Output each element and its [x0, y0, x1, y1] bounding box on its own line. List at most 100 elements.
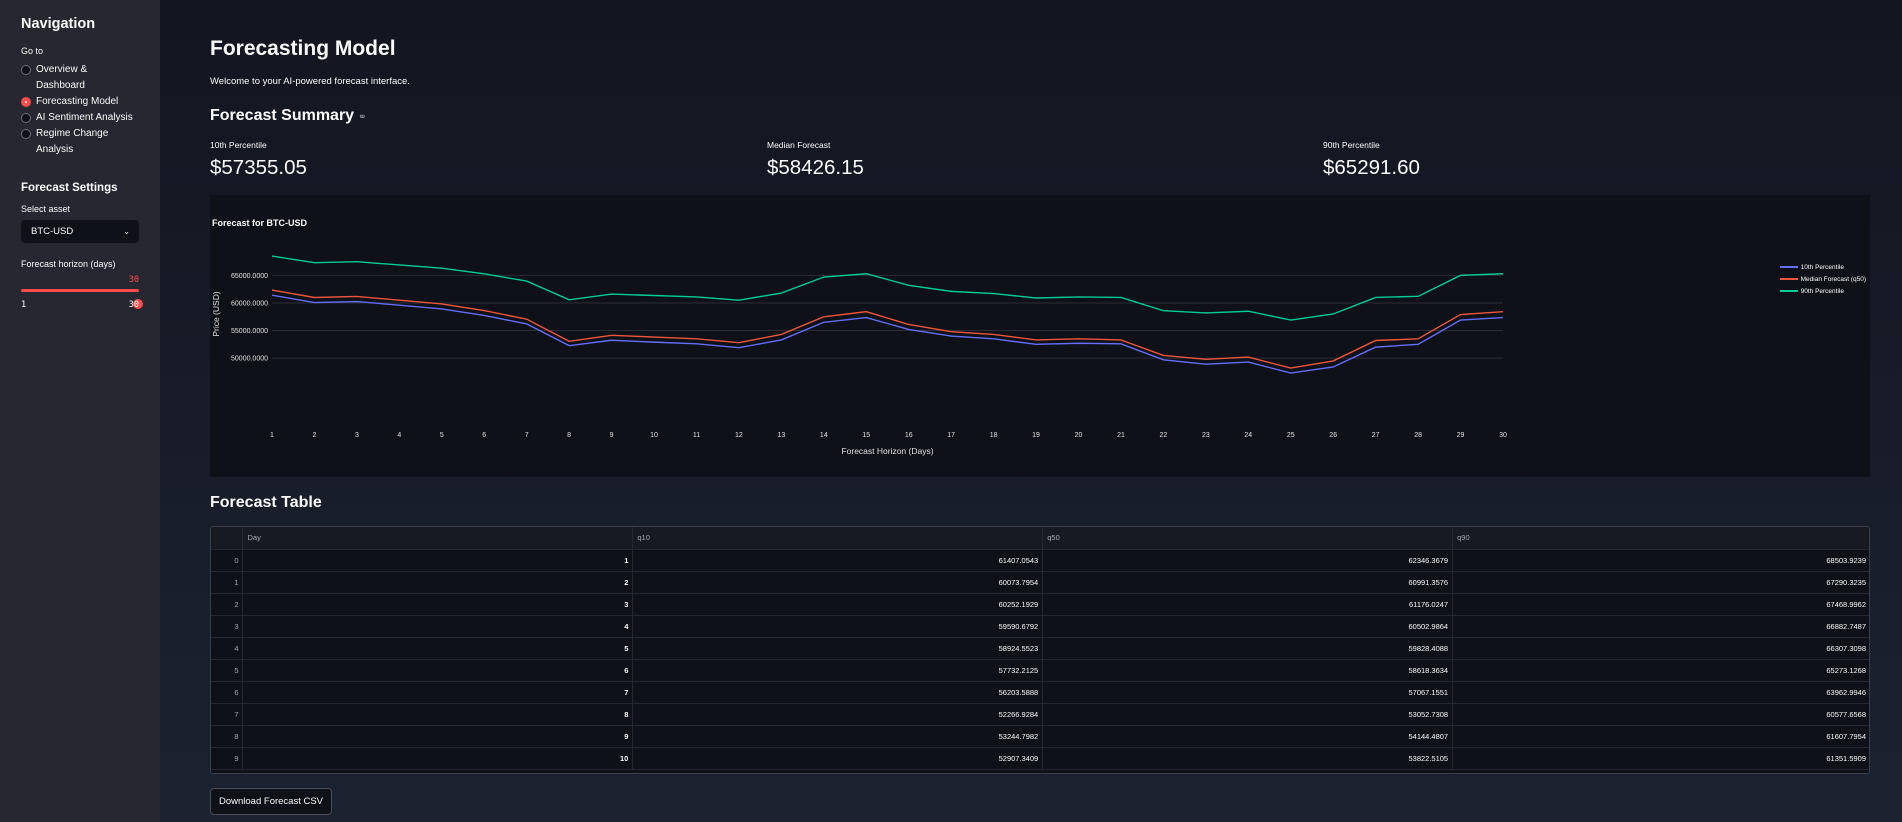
- x-tick-label: 10: [650, 432, 658, 439]
- nav-label-forecasting: Forecasting Model: [36, 96, 119, 107]
- nav-label-regime-1: Regime Change: [36, 128, 109, 139]
- x-tick-label: 22: [1160, 432, 1168, 439]
- legend-swatch: [1779, 290, 1798, 292]
- x-tick-label: 25: [1287, 432, 1295, 439]
- table-row[interactable]: 8 9 53244.7982 54144.4807 61607.7954: [211, 725, 1869, 748]
- forecast-chart[interactable]: Forecast for BTC-USD 50000.0000 55000.000…: [210, 195, 1870, 477]
- table-cell: 52266.9284: [632, 703, 1044, 726]
- nav-label-overview-1: Overview &: [36, 64, 88, 75]
- row-index-cell: 0: [211, 549, 244, 572]
- table-row[interactable]: 9 10 52907.3409 53822.5105 61351.5909: [211, 747, 1869, 770]
- table-cell: 60252.1929: [632, 593, 1044, 616]
- table-cell: 52907.3409: [632, 747, 1044, 770]
- link-icon[interactable]: ⚭: [358, 112, 366, 123]
- table-cell: 54144.4807: [1042, 725, 1454, 748]
- legend-swatch: [1779, 278, 1798, 280]
- radio-icon: [21, 113, 31, 123]
- horizon-slider[interactable]: 30 1 30: [21, 275, 143, 319]
- chart-legend[interactable]: 10th Percentile Median Forecast (q50) 90…: [1779, 261, 1866, 297]
- table-row[interactable]: 3 4 59590.6792 60502.9864 66882.7487: [211, 615, 1869, 638]
- forecast-table[interactable]: Day q10 q50 q90 0 1 61407.0543 62346.3679 68503…: [210, 526, 1870, 774]
- nav-radio-overview[interactable]: Overview & Dashboard: [21, 62, 139, 94]
- x-tick-label: 11: [693, 432, 700, 439]
- table-cell: 53244.7982: [632, 725, 1044, 748]
- slider-max: 30: [128, 300, 139, 310]
- table-cell: 60577.6568: [1452, 703, 1869, 726]
- row-index-cell: 9: [211, 747, 244, 770]
- main-area: Forecasting Model Welcome to your AI-pow…: [160, 0, 1902, 822]
- x-tick-label: 23: [1202, 432, 1210, 439]
- table-cell: 7: [242, 681, 634, 704]
- table-cell: 53822.5105: [1042, 747, 1454, 770]
- table-header-cell[interactable]: [211, 527, 244, 550]
- metric-median: Median Forecast $58426.15: [767, 140, 864, 180]
- table-cell: 57732.2125: [632, 659, 1044, 682]
- x-tick-label: 28: [1414, 432, 1422, 439]
- x-tick-label: 16: [905, 432, 913, 439]
- x-tick-label: 3: [355, 432, 359, 439]
- summary-title-text: Forecast Summary: [210, 107, 355, 124]
- settings-title: Forecast Settings: [21, 182, 118, 194]
- table-row[interactable]: 0 1 61407.0543 62346.3679 68503.9239: [211, 549, 1869, 572]
- table-row[interactable]: 2 3 60252.1929 61176.0247 67468.9962: [211, 593, 1869, 616]
- radio-icon: [21, 129, 31, 139]
- x-tick-label: 1: [270, 432, 274, 439]
- table-cell: 1: [242, 549, 634, 572]
- x-tick-label: 12: [735, 432, 743, 439]
- x-tick-label: 9: [610, 432, 614, 439]
- chevron-down-icon: ⌄: [123, 227, 130, 236]
- table-cell: 56203.5888: [632, 681, 1044, 704]
- table-cell: 58618.3634: [1042, 659, 1454, 682]
- row-index-cell: 8: [211, 725, 244, 748]
- table-cell: 59828.4088: [1042, 637, 1454, 660]
- table-cell: 67468.9962: [1452, 593, 1869, 616]
- table-header-cell[interactable]: q90: [1452, 527, 1869, 550]
- x-tick-label: 4: [397, 432, 401, 439]
- x-tick-label: 7: [525, 432, 529, 439]
- nav-radio-forecasting[interactable]: Forecasting Model: [21, 94, 139, 110]
- table-cell: 61407.0543: [632, 549, 1044, 572]
- table-header-cell[interactable]: q50: [1042, 527, 1454, 550]
- table-cell: 6: [242, 659, 634, 682]
- y-axis-label: Price (USD): [211, 291, 221, 337]
- table-cell: 5: [242, 637, 634, 660]
- table-cell: 63962.9946: [1452, 681, 1869, 704]
- table-row[interactable]: 7 8 52266.9284 53052.7308 60577.6568: [211, 703, 1869, 726]
- table-row[interactable]: 1 2 60073.7954 60991.3576 67290.3235: [211, 571, 1869, 594]
- x-tick-label: 15: [862, 432, 870, 439]
- slider-min: 1: [21, 300, 27, 310]
- legend-label: 90th Percentile: [1800, 287, 1844, 295]
- x-tick-label: 13: [777, 432, 785, 439]
- table-header-cell[interactable]: Day: [242, 527, 634, 550]
- x-tick-label: 2: [312, 432, 316, 439]
- nav-radio-regime[interactable]: Regime Change Analysis: [21, 126, 139, 158]
- x-tick-label: 18: [990, 432, 998, 439]
- nav-label-sentiment: AI Sentiment Analysis: [36, 112, 133, 123]
- row-index-cell: 1: [211, 571, 244, 594]
- table-row[interactable]: 4 5 58924.5523 59828.4088 66307.3098: [211, 637, 1869, 660]
- x-tick-label: 26: [1329, 432, 1337, 439]
- table-row[interactable]: 6 7 56203.5888 57067.1551 63962.9946: [211, 681, 1869, 704]
- x-tick-label: 29: [1457, 432, 1465, 439]
- metric-label: 90th Percentile: [1323, 140, 1380, 150]
- x-tick-label: 19: [1032, 432, 1040, 439]
- chart-plot: 50000.0000 55000.0000 60000.0000 65000.0000…: [211, 255, 1507, 456]
- table-row[interactable]: 5 6 57732.2125 58618.3634 65273.1268: [211, 659, 1869, 682]
- metric-value: $57355.05: [210, 156, 307, 179]
- table-cell: 65273.1268: [1452, 659, 1869, 682]
- download-csv-button[interactable]: Download Forecast CSV: [210, 788, 333, 815]
- legend-item-q90[interactable]: 90th Percentile: [1779, 285, 1866, 297]
- table-cell: 61351.5909: [1452, 747, 1869, 770]
- legend-item-q50[interactable]: Median Forecast (q50): [1779, 273, 1866, 285]
- x-tick-label: 8: [567, 432, 571, 439]
- x-tick-label: 30: [1499, 432, 1507, 439]
- row-index-cell: 7: [211, 703, 244, 726]
- legend-item-q10[interactable]: 10th Percentile: [1779, 261, 1866, 273]
- slider-track[interactable]: [21, 289, 143, 309]
- nav-radio-sentiment[interactable]: AI Sentiment Analysis: [21, 110, 139, 126]
- slider-value: 30: [128, 275, 139, 285]
- asset-select[interactable]: BTC-USD ⌄: [21, 220, 139, 243]
- table-cell: 61607.7954: [1452, 725, 1869, 748]
- metric-value: $58426.15: [767, 156, 864, 179]
- table-header-cell[interactable]: q10: [632, 527, 1044, 550]
